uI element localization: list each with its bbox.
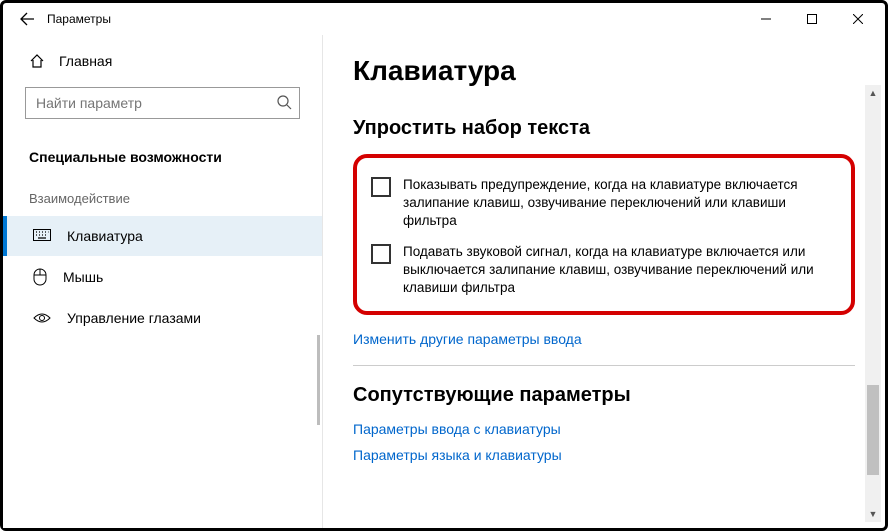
divider — [353, 365, 855, 366]
scroll-thumb[interactable] — [867, 385, 879, 475]
keyboard-icon — [33, 229, 51, 243]
sidebar-item-label: Управление глазами — [67, 310, 201, 326]
minimize-icon — [761, 14, 771, 24]
minimize-button[interactable] — [743, 4, 789, 34]
section-title-related: Сопутствующие параметры — [353, 384, 855, 407]
checkbox-row-sound[interactable]: Подавать звуковой сигнал, когда на клави… — [371, 243, 837, 298]
sidebar-item-label: Мышь — [63, 269, 103, 285]
page-title: Клавиатура — [353, 55, 855, 87]
search-box[interactable] — [25, 87, 300, 119]
checkbox[interactable] — [371, 244, 391, 264]
sidebar-item-eye-control[interactable]: Управление глазами — [3, 298, 322, 338]
link-other-input-settings[interactable]: Изменить другие параметры ввода — [353, 331, 855, 347]
back-button[interactable] — [13, 5, 41, 33]
mouse-icon — [33, 268, 47, 286]
arrow-left-icon — [19, 11, 35, 27]
window-title: Параметры — [47, 12, 111, 26]
sidebar-section-label: Взаимодействие — [3, 183, 322, 216]
checkbox-row-warning[interactable]: Показывать предупреждение, когда на клав… — [371, 176, 837, 231]
sidebar-item-keyboard[interactable]: Клавиатура — [3, 216, 322, 256]
sidebar-scrollbar[interactable] — [317, 335, 320, 425]
sidebar-home[interactable]: Главная — [3, 43, 322, 79]
sidebar: Главная Специальные возможности Взаимоде… — [3, 35, 323, 528]
maximize-button[interactable] — [789, 4, 835, 34]
section-title-simplify: Упростить набор текста — [353, 117, 855, 140]
close-icon — [853, 14, 863, 24]
content-scrollbar[interactable]: ▲ ▼ — [865, 85, 881, 522]
titlebar: Параметры — [3, 3, 885, 35]
checkbox[interactable] — [371, 177, 391, 197]
highlighted-group: Показывать предупреждение, когда на клав… — [353, 154, 855, 315]
close-button[interactable] — [835, 4, 881, 34]
search-icon — [276, 94, 292, 113]
sidebar-group-head: Специальные возможности — [3, 139, 322, 183]
link-keyboard-input-settings[interactable]: Параметры ввода с клавиатуры — [353, 421, 855, 437]
checkbox-label: Подавать звуковой сигнал, когда на клави… — [403, 243, 837, 298]
sidebar-home-label: Главная — [59, 53, 112, 69]
sidebar-item-mouse[interactable]: Мышь — [3, 256, 322, 298]
scroll-down-icon[interactable]: ▼ — [865, 506, 881, 522]
sidebar-item-label: Клавиатура — [67, 228, 143, 244]
scroll-up-icon[interactable]: ▲ — [865, 85, 881, 101]
home-icon — [29, 53, 45, 69]
search-input[interactable] — [25, 87, 300, 119]
checkbox-label: Показывать предупреждение, когда на клав… — [403, 176, 837, 231]
eye-icon — [33, 312, 51, 324]
maximize-icon — [807, 14, 817, 24]
content-area: Клавиатура Упростить набор текста Показы… — [323, 35, 885, 528]
link-language-keyboard-settings[interactable]: Параметры языка и клавиатуры — [353, 447, 855, 463]
